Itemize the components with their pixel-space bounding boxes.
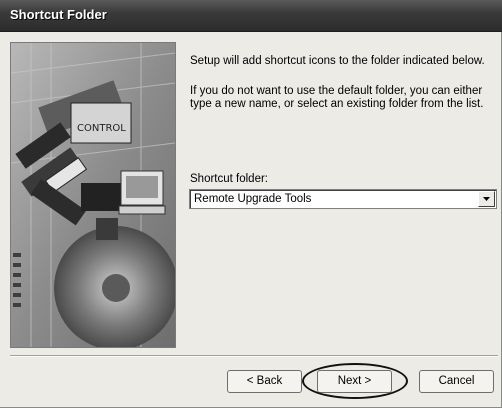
back-button[interactable]: < Back: [227, 370, 302, 393]
chevron-down-icon: [483, 197, 490, 201]
intro-text: Setup will add shortcut icons to the fol…: [190, 55, 485, 67]
svg-text:CONTROL: CONTROL: [77, 123, 126, 134]
shortcut-folder-value[interactable]: Remote Upgrade Tools: [194, 193, 311, 205]
setup-dialog: Shortcut Folder CONTROL Setup will add s…: [0, 0, 502, 408]
instruction-text-line-2: type a new name, or select an existing f…: [190, 98, 484, 110]
next-button[interactable]: Next >: [317, 370, 392, 393]
setup-side-image: CONTROL: [10, 42, 176, 348]
shortcut-folder-label: Shortcut folder:: [190, 173, 268, 185]
shortcut-folder-combobox[interactable]: Remote Upgrade Tools: [189, 189, 497, 209]
dropdown-arrow-button[interactable]: [478, 191, 495, 207]
button-separator: [10, 355, 498, 357]
title-bar: Shortcut Folder: [0, 0, 502, 32]
dialog-title: Shortcut Folder: [10, 7, 107, 22]
cancel-button[interactable]: Cancel: [419, 370, 494, 393]
instruction-text-line-1: If you do not want to use the default fo…: [190, 85, 483, 97]
